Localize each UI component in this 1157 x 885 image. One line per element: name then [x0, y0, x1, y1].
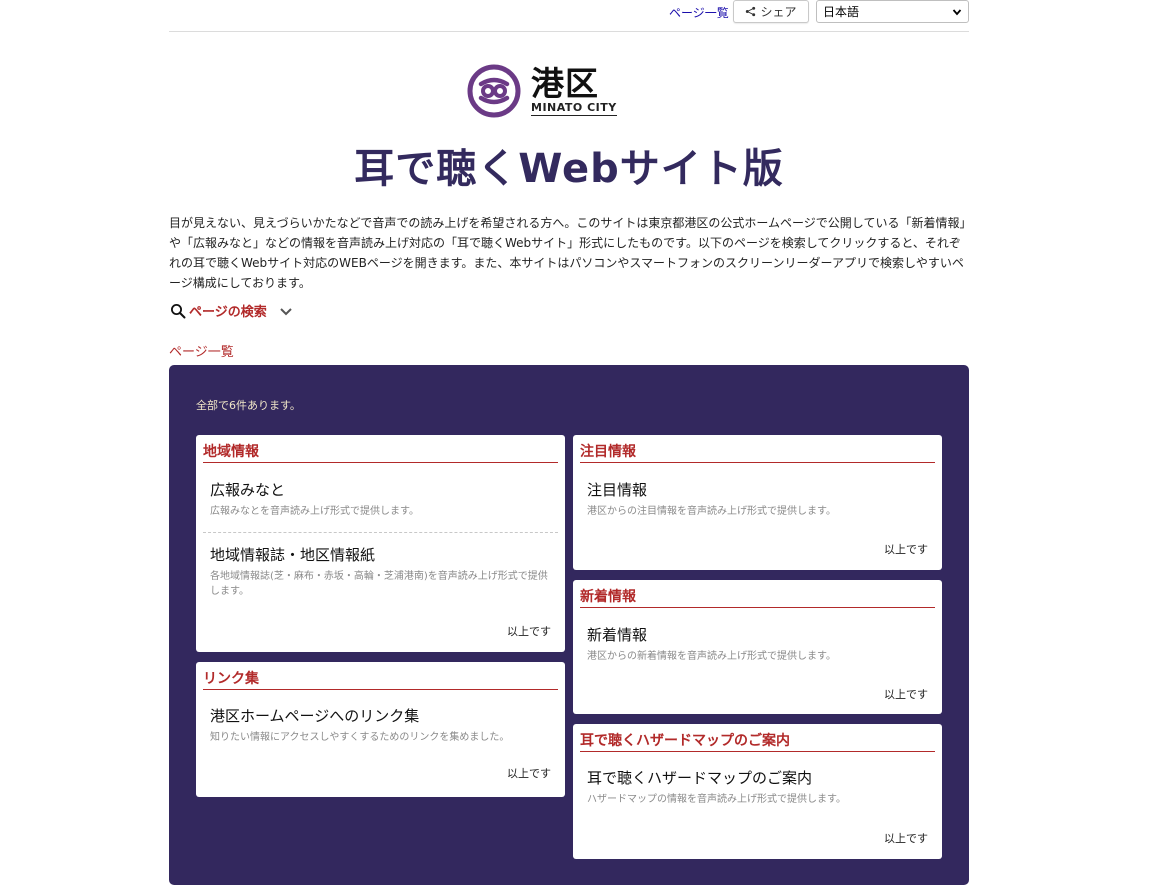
page-list-top-link[interactable]: ページ一覧: [669, 4, 729, 21]
page: ページ一覧 シェア 日本語 港区 MINATO CITY 耳で聴くWebサイト版…: [169, 0, 969, 885]
item-title: 広報みなと: [210, 481, 286, 499]
logo-text: 港区 MINATO CITY: [531, 63, 617, 116]
list-item[interactable]: 港区ホームページへのリンク集 知りたい情報にアクセスしやすくするためのリンクを集…: [210, 706, 551, 745]
card-heading: 地域情報: [203, 443, 558, 463]
top-bar: ページ一覧 シェア 日本語: [169, 0, 969, 32]
site-logo[interactable]: 港区 MINATO CITY: [467, 63, 617, 119]
item-title: 耳で聴くハザードマップのご案内: [587, 769, 813, 787]
card-heading: リンク集: [203, 670, 558, 690]
item-desc: 知りたい情報にアクセスしやすくするためのリンクを集めました。: [210, 732, 510, 743]
search-label: ページの検索: [189, 305, 267, 320]
language-value: 日本語: [823, 5, 860, 19]
logo-english: MINATO CITY: [531, 100, 617, 116]
item-desc: ハザードマップの情報を音声読み上げ形式で提供します。: [587, 794, 846, 805]
search-icon: [171, 303, 186, 318]
search-toggle[interactable]: ページの検索: [170, 301, 294, 320]
chevron-down-icon: [280, 307, 292, 315]
share-button[interactable]: シェア: [733, 0, 809, 23]
card-heading: 新着情報: [580, 588, 935, 608]
card-links: リンク集 港区ホームページへのリンク集 知りたい情報にアクセスしやすくするための…: [196, 662, 565, 797]
item-desc: 広報みなとを音声読み上げ形式で提供します。: [210, 506, 419, 517]
list-item[interactable]: 地域情報誌・地区情報紙 各地域情報誌(芝・麻布・赤坂・高輪・芝浦港南)を音声読み…: [210, 545, 551, 599]
item-desc: 各地域情報誌(芝・麻布・赤坂・高輪・芝浦港南)を音声読み上げ形式で提供します。: [210, 571, 548, 597]
list-item[interactable]: 広報みなと 広報みなとを音声読み上げ形式で提供します。: [210, 480, 551, 519]
item-desc: 港区からの新着情報を音声読み上げ形式で提供します。: [587, 651, 836, 662]
chevron-down-icon: [952, 8, 962, 15]
language-select[interactable]: 日本語: [816, 0, 969, 23]
share-label: シェア: [760, 5, 797, 19]
page-list-link[interactable]: ページ一覧: [169, 341, 234, 360]
card-regional: 地域情報 広報みなと 広報みなとを音声読み上げ形式で提供します。 地域情報誌・地…: [196, 435, 565, 652]
list-item[interactable]: 新着情報 港区からの新着情報を音声読み上げ形式で提供します。: [587, 625, 928, 664]
card-news: 新着情報 新着情報 港区からの新着情報を音声読み上げ形式で提供します。 以上です: [573, 580, 942, 714]
end-label: 以上です: [884, 688, 928, 701]
end-label: 以上です: [884, 832, 928, 845]
card-heading: 耳で聴くハザードマップのご案内: [580, 732, 935, 752]
list-item[interactable]: 注目情報 港区からの注目情報を音声読み上げ形式で提供します。: [587, 480, 928, 519]
end-label: 以上です: [507, 767, 551, 780]
divider: [203, 532, 558, 533]
intro-text: 目が見えない、見えづらいかたなどで音声での読み上げを希望される方へ。このサイトは…: [169, 216, 966, 290]
item-title: 地域情報誌・地区情報紙: [210, 546, 376, 564]
page-title: 耳で聴くWebサイト版: [354, 146, 784, 192]
card-heading: 注目情報: [580, 443, 935, 463]
result-count: 全部で6件あります。: [196, 399, 301, 412]
share-icon: [746, 6, 756, 17]
logo-kanji: 港区: [531, 63, 599, 103]
item-title: 注目情報: [587, 481, 648, 499]
card-hazard: 耳で聴くハザードマップのご案内 耳で聴くハザードマップのご案内 ハザードマップの…: [573, 724, 942, 859]
end-label: 以上です: [507, 625, 551, 638]
card-featured: 注目情報 注目情報 港区からの注目情報を音声読み上げ形式で提供します。 以上です: [573, 435, 942, 570]
end-label: 以上です: [884, 543, 928, 556]
list-item[interactable]: 耳で聴くハザードマップのご案内 ハザードマップの情報を音声読み上げ形式で提供しま…: [587, 768, 928, 807]
item-title: 港区ホームページへのリンク集: [210, 707, 420, 725]
minato-emblem-icon: [467, 64, 521, 118]
item-title: 新着情報: [587, 626, 648, 644]
item-desc: 港区からの注目情報を音声読み上げ形式で提供します。: [587, 506, 836, 517]
page-list-panel: 全部で6件あります。 地域情報 広報みなと 広報みなとを音声読み上げ形式で提供し…: [169, 365, 969, 885]
